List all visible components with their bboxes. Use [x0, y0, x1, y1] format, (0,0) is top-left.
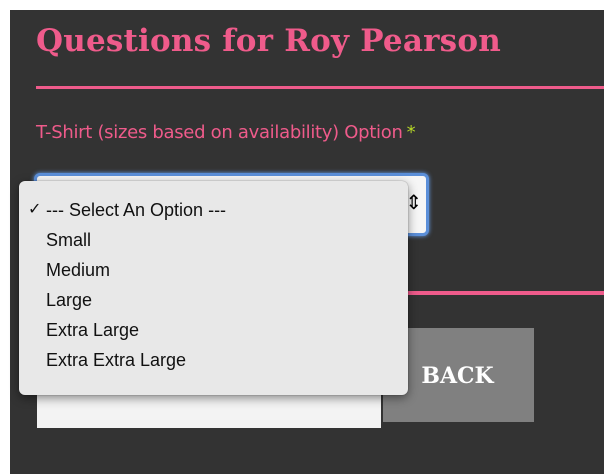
option-label: Extra Extra Large	[46, 350, 187, 370]
option-small[interactable]: Small	[19, 225, 408, 255]
required-asterisk: *	[406, 122, 416, 143]
option-label: Small	[46, 230, 92, 250]
field-label-text: T-Shirt (sizes based on availability) Op…	[36, 122, 403, 143]
option-large[interactable]: Large	[19, 285, 408, 315]
form-panel: Questions for Roy Pearson T-Shirt (sizes…	[10, 10, 604, 474]
title-divider	[36, 86, 604, 89]
option-select-an-option[interactable]: ✓ --- Select An Option ---	[19, 195, 408, 225]
option-label: Extra Large	[46, 320, 140, 340]
option-label: --- Select An Option ---	[46, 200, 227, 220]
option-label: Medium	[46, 260, 111, 280]
section-divider	[402, 291, 604, 295]
page-title: Questions for Roy Pearson	[36, 23, 501, 59]
option-medium[interactable]: Medium	[19, 255, 408, 285]
select-dropdown-menu: ✓ --- Select An Option --- Small Medium …	[19, 181, 408, 395]
option-extra-extra-large[interactable]: Extra Extra Large	[19, 345, 408, 375]
option-extra-large[interactable]: Extra Large	[19, 315, 408, 345]
checkmark-icon: ✓	[28, 201, 42, 218]
tshirt-option-label: T-Shirt (sizes based on availability) Op…	[36, 122, 416, 143]
option-label: Large	[46, 290, 93, 310]
